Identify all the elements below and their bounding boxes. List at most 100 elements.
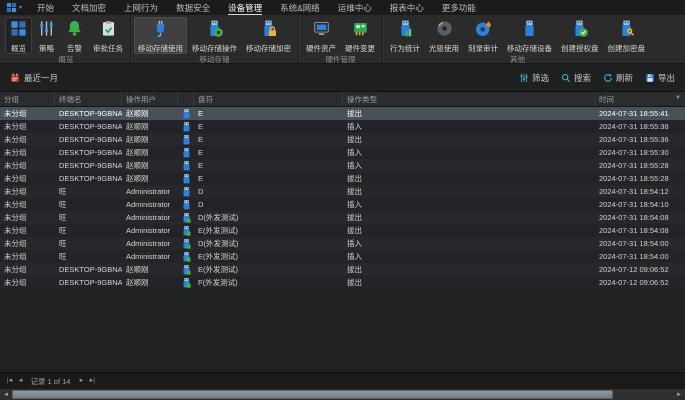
- column-header-operator[interactable]: 操作用户: [122, 92, 178, 106]
- filter-button-label: 筛选: [532, 72, 549, 84]
- usb-lock-icon: [259, 19, 278, 43]
- ribbon-button-usb-devices[interactable]: 移动存储设备: [503, 17, 556, 54]
- ribbon-group-others: 行为统计光驱使用刻录审计移动存储设备创建授权盘创建加密盘其他: [382, 15, 652, 63]
- ribbon-button-hardware-change[interactable]: 硬件变更: [341, 17, 379, 54]
- ribbon-button-overview[interactable]: 概览: [5, 17, 32, 54]
- horizontal-scrollbar[interactable]: ◄ ►: [0, 389, 685, 400]
- column-header-drive-icon[interactable]: [178, 92, 194, 106]
- cell-action-type: 插入: [343, 146, 595, 159]
- menu-item-doc-encrypt[interactable]: 文档加密: [63, 0, 115, 15]
- app-window: ▾ 开始文档加密上网行为数据安全设备管理系统&网络运维中心报表中心更多功能 概览…: [0, 0, 685, 400]
- scroll-left-arrow[interactable]: ◄: [2, 392, 10, 398]
- cell-operator: 赵顺刚: [122, 107, 178, 120]
- ribbon-button-label: 硬件资产: [306, 44, 336, 53]
- column-header-drive[interactable]: 盘符: [194, 92, 343, 106]
- table-row[interactable]: 未分组DESKTOP-9GBNA80赵顺刚E(外发测试)拔出2024-07-12…: [0, 263, 685, 276]
- cell-drive: E(外发测试): [194, 263, 343, 276]
- menu-item-system-network[interactable]: 系统&网络: [271, 0, 329, 15]
- column-header-terminal[interactable]: 终端名: [55, 92, 122, 106]
- app-logo-icon[interactable]: [6, 2, 17, 13]
- column-menu-arrow[interactable]: ▼: [675, 95, 681, 101]
- table-row[interactable]: 未分组DESKTOP-9GBNA80赵顺刚E插入2024-07-31 18:55…: [0, 159, 685, 172]
- ribbon-button-burn-audit[interactable]: 刻录审计: [464, 17, 502, 54]
- ribbon-button-storage-usage[interactable]: 移动存储使用: [134, 17, 187, 54]
- cell-group: 未分组: [0, 224, 55, 237]
- cell-drive: E(外发测试): [194, 250, 343, 263]
- drive-usb-badge-icon: [182, 277, 191, 288]
- ribbon-button-hardware-asset[interactable]: 硬件资产: [302, 17, 340, 54]
- table-row[interactable]: 未分组DESKTOP-9GBNA80赵顺刚E拔出2024-07-31 18:55…: [0, 172, 685, 185]
- column-header-label: 盘符: [198, 94, 213, 105]
- ribbon-button-approval-tasks[interactable]: 审批任务: [89, 17, 127, 54]
- cell-time: 2024-07-31 18:55:36: [595, 133, 685, 146]
- search-button[interactable]: 搜索: [561, 72, 591, 84]
- menu-item-data-security[interactable]: 数据安全: [167, 0, 219, 15]
- logo-menu-arrow[interactable]: ▾: [19, 4, 22, 11]
- ribbon-button-behavior-stats[interactable]: 行为统计: [386, 17, 424, 54]
- cell-drive-icon: [178, 146, 194, 159]
- cell-operator: Administrator: [122, 224, 178, 237]
- overview-grid-icon: [9, 19, 28, 43]
- column-header-time[interactable]: 时间▼: [595, 92, 685, 106]
- disc-burn-icon: [474, 19, 493, 43]
- ribbon-button-alert[interactable]: 告警: [61, 17, 88, 54]
- table-row[interactable]: 未分组旺AdministratorD(外发测试)插入2024-07-31 18:…: [0, 237, 685, 250]
- cell-operator: Administrator: [122, 198, 178, 211]
- cell-action-type: 插入: [343, 159, 595, 172]
- column-header-action-type[interactable]: 操作类型: [343, 92, 595, 106]
- scroll-right-arrow[interactable]: ►: [675, 392, 683, 398]
- cell-time: 2024-07-31 18:54:00: [595, 237, 685, 250]
- ribbon-button-create-grant-disk[interactable]: 创建授权盘: [557, 17, 603, 54]
- cell-drive-icon: [178, 276, 194, 289]
- menu-item-report-center[interactable]: 报表中心: [381, 0, 433, 15]
- first-page-button[interactable]: |◄: [7, 378, 13, 384]
- table-row[interactable]: 未分组旺AdministratorE(外发测试)插入2024-07-31 18:…: [0, 250, 685, 263]
- toolbar: 最近一月 筛选 搜索刷新导出: [0, 64, 685, 92]
- table-row[interactable]: 未分组旺AdministratorD(外发测试)拔出2024-07-31 18:…: [0, 211, 685, 224]
- cell-drive-icon: [178, 185, 194, 198]
- search-button-label: 搜索: [574, 72, 591, 84]
- table-row[interactable]: 未分组DESKTOP-9GBNA80赵顺刚E拔出2024-07-31 18:55…: [0, 107, 685, 120]
- cell-action-type: 拔出: [343, 133, 595, 146]
- cell-time: 2024-07-31 18:55:28: [595, 172, 685, 185]
- ribbon-button-create-encrypt-disk[interactable]: 创建加密盘: [604, 17, 650, 54]
- table-row[interactable]: 未分组DESKTOP-9GBNA80赵顺刚E插入2024-07-31 18:55…: [0, 120, 685, 133]
- menu-item-web-behavior[interactable]: 上网行为: [115, 0, 167, 15]
- table-row[interactable]: 未分组DESKTOP-9GBNA80赵顺刚E插入2024-07-31 18:55…: [0, 146, 685, 159]
- menu-item-device-mgmt[interactable]: 设备管理: [219, 0, 271, 15]
- cell-action-type: 拔出: [343, 185, 595, 198]
- ribbon-button-storage-encrypt[interactable]: 移动存储加密: [242, 17, 295, 54]
- table-empty-area: [0, 289, 685, 372]
- filter-button[interactable]: 筛选: [519, 72, 549, 84]
- export-button[interactable]: 导出: [645, 72, 675, 84]
- date-range-filter[interactable]: 最近一月: [10, 72, 58, 84]
- table-row[interactable]: 未分组旺AdministratorD拔出2024-07-31 18:54:12: [0, 185, 685, 198]
- drive-usb-icon: [182, 199, 191, 210]
- refresh-button[interactable]: 刷新: [603, 72, 633, 84]
- table-row[interactable]: 未分组DESKTOP-9GBNA80赵顺刚E拔出2024-07-31 18:55…: [0, 133, 685, 146]
- column-header-label: 分组: [4, 94, 19, 105]
- ribbon-button-policy[interactable]: 策略: [33, 17, 60, 54]
- prev-page-button[interactable]: ◄: [18, 378, 23, 384]
- menu-item-ops-center[interactable]: 运维中心: [329, 0, 381, 15]
- column-header-label: 操作用户: [126, 94, 156, 105]
- ribbon-button-storage-operation[interactable]: 移动存储操作: [188, 17, 241, 54]
- cell-drive-icon: [178, 198, 194, 211]
- ribbon-button-optical-use[interactable]: 光驱使用: [425, 17, 463, 54]
- column-header-group[interactable]: 分组: [0, 92, 55, 106]
- cell-drive: E: [194, 172, 343, 185]
- menu-item-start[interactable]: 开始: [28, 0, 63, 15]
- cell-operator: 赵顺刚: [122, 120, 178, 133]
- table-row[interactable]: 未分组旺AdministratorE(外发测试)拔出2024-07-31 18:…: [0, 224, 685, 237]
- table-row[interactable]: 未分组旺AdministratorD插入2024-07-31 18:54:10: [0, 198, 685, 211]
- cell-drive: E: [194, 107, 343, 120]
- table-row[interactable]: 未分组DESKTOP-9GBNA80赵顺刚F(外发测试)拔出2024-07-12…: [0, 276, 685, 289]
- cell-drive-icon: [178, 250, 194, 263]
- scrollbar-thumb[interactable]: [12, 390, 613, 399]
- ribbon-group-overview: 概览策略告警审批任务概览: [2, 15, 130, 63]
- menu-item-more-features[interactable]: 更多功能: [433, 0, 485, 15]
- last-page-button[interactable]: ►|: [88, 378, 94, 384]
- cell-terminal: DESKTOP-9GBNA80: [55, 276, 122, 289]
- next-page-button[interactable]: ►: [78, 378, 83, 384]
- cell-group: 未分组: [0, 120, 55, 133]
